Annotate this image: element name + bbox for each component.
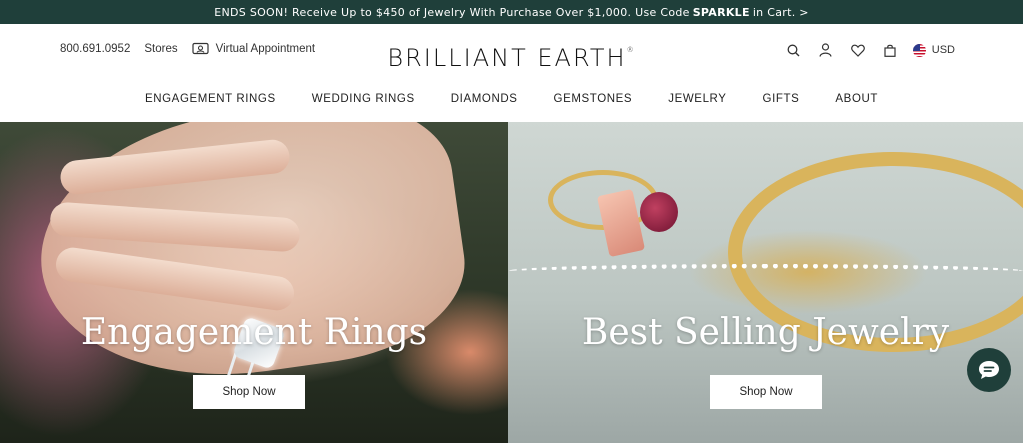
hero-title-engagement: Engagement Rings <box>80 312 428 353</box>
account-icon[interactable] <box>817 41 835 59</box>
hero-best-selling-jewelry[interactable]: Best Selling Jewelry Shop Now <box>508 122 1023 443</box>
nav-jewelry[interactable]: JEWELRY <box>668 93 726 105</box>
hero-title-jewelry: Best Selling Jewelry <box>581 312 950 353</box>
promo-banner[interactable]: ENDS SOON! Receive Up to $450 of Jewelry… <box>0 0 1023 24</box>
hero-image-ruby-gem <box>640 192 678 232</box>
nav-engagement-rings[interactable]: ENGAGEMENT RINGS <box>145 93 276 105</box>
logo-text: BRILLIANT EARTH <box>387 44 627 72</box>
currency-selector[interactable]: USD <box>912 43 955 57</box>
shop-now-jewelry-button[interactable]: Shop Now <box>710 375 822 409</box>
promo-code: SPARKLE <box>692 5 750 19</box>
shop-now-engagement-button[interactable]: Shop Now <box>193 375 305 409</box>
shopping-bag-icon[interactable] <box>881 41 899 59</box>
hero-image-tennis-bracelet <box>508 264 1023 278</box>
promo-text: ENDS SOON! Receive Up to $450 of Jewelry… <box>214 5 690 19</box>
chat-icon <box>979 361 999 379</box>
nav-about[interactable]: ABOUT <box>835 93 878 105</box>
wishlist-heart-icon[interactable] <box>849 41 867 59</box>
logo-registered-mark: ® <box>626 46 636 54</box>
currency-label: USD <box>931 44 955 56</box>
site-header: 800.691.0952 Stores Virtual Appointment … <box>0 24 1023 122</box>
main-nav: ENGAGEMENT RINGS WEDDING RINGS DIAMONDS … <box>0 93 1023 105</box>
chat-button[interactable] <box>967 348 1011 392</box>
hero-engagement-rings[interactable]: Engagement Rings Shop Now <box>0 122 508 443</box>
nav-gifts[interactable]: GIFTS <box>763 93 800 105</box>
nav-wedding-rings[interactable]: WEDDING RINGS <box>312 93 415 105</box>
promo-cta: in Cart. > <box>752 5 809 19</box>
nav-gemstones[interactable]: GEMSTONES <box>554 93 633 105</box>
search-icon[interactable] <box>785 41 803 59</box>
header-actions: USD <box>771 41 955 59</box>
us-flag-icon <box>912 43 926 57</box>
nav-diamonds[interactable]: DIAMONDS <box>451 93 518 105</box>
